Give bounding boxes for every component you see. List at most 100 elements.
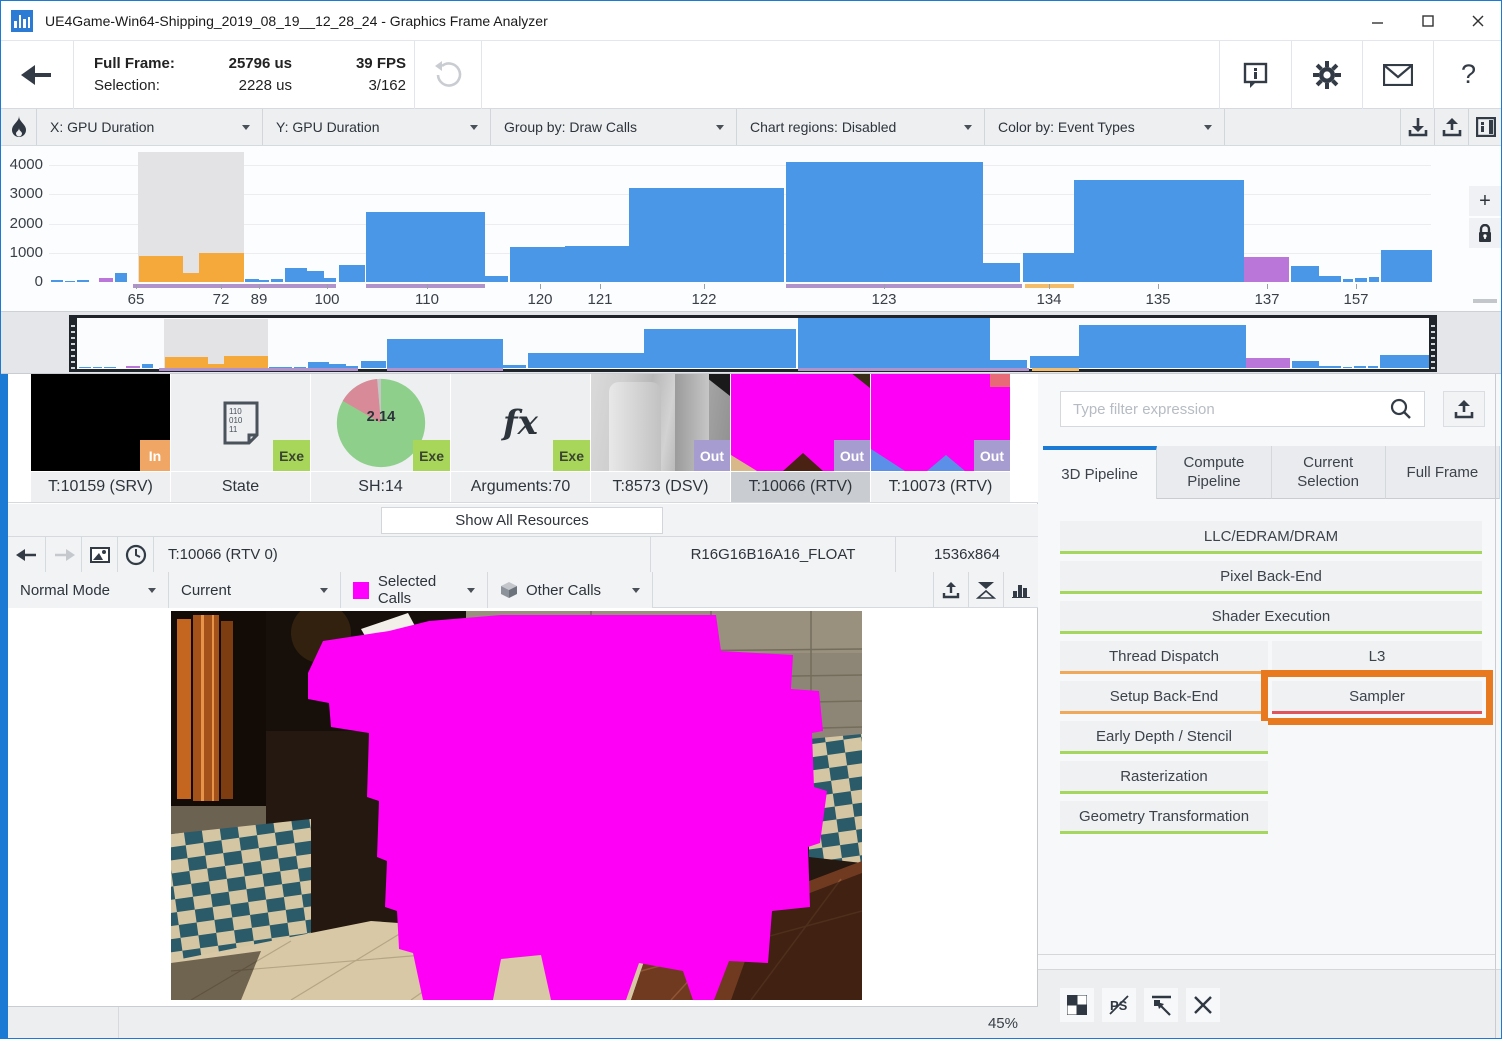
metric-rasterization-button[interactable]: Rasterization bbox=[1060, 761, 1268, 794]
contact-button[interactable] bbox=[1363, 41, 1433, 108]
help-button[interactable]: ? bbox=[1434, 41, 1501, 108]
resource-thumbnail-t-10159-srv-[interactable]: In bbox=[31, 374, 170, 471]
viewer-back-button[interactable] bbox=[8, 537, 46, 572]
metric-shader-execution-button[interactable]: Shader Execution bbox=[1060, 601, 1482, 634]
chart-bar[interactable] bbox=[565, 246, 629, 282]
overview-left-handle[interactable] bbox=[69, 315, 77, 372]
metric-l3-button[interactable]: L3 bbox=[1272, 641, 1482, 674]
resource-label[interactable]: T:10159 (SRV) bbox=[31, 471, 170, 502]
overview-right-handle[interactable] bbox=[1429, 315, 1437, 372]
view-mode-dropdown[interactable]: Normal Mode bbox=[8, 572, 169, 608]
chart-regions-dropdown[interactable]: Chart regions: Disabled bbox=[737, 109, 985, 145]
tab-current-selection[interactable]: Current Selection bbox=[1271, 446, 1386, 499]
chart-bar[interactable] bbox=[65, 280, 75, 282]
back-button[interactable] bbox=[1, 41, 73, 108]
selected-calls-dropdown[interactable]: Selected Calls bbox=[341, 572, 488, 608]
chart-bar[interactable] bbox=[1023, 252, 1074, 282]
chart-bar[interactable] bbox=[1355, 277, 1367, 282]
export-image-button[interactable] bbox=[933, 572, 968, 608]
chart-bar[interactable] bbox=[1369, 276, 1379, 282]
resource-label[interactable]: SH:14 bbox=[311, 471, 450, 502]
tab-compute-pipeline[interactable]: Compute Pipeline bbox=[1157, 446, 1272, 499]
chart-bar[interactable] bbox=[339, 264, 365, 282]
chart-bar[interactable] bbox=[183, 272, 199, 282]
resource-thumbnail-t-10066-rtv-[interactable]: Out bbox=[731, 374, 870, 471]
y-axis-dropdown[interactable]: Y: GPU Duration bbox=[263, 109, 491, 145]
resource-label[interactable]: State bbox=[171, 471, 310, 502]
chart-zoom-out-button[interactable] bbox=[1473, 299, 1497, 303]
tab-3d-pipeline[interactable]: 3D Pipeline bbox=[1043, 446, 1158, 499]
render-target-image[interactable] bbox=[171, 611, 862, 1000]
resource-label[interactable]: Arguments:70 bbox=[451, 471, 590, 502]
resource-label[interactable]: T:8573 (DSV) bbox=[591, 471, 730, 502]
clear-selection-button[interactable] bbox=[1186, 988, 1220, 1022]
chart-bar[interactable] bbox=[1074, 179, 1244, 282]
viewer-image-mode-button[interactable] bbox=[82, 537, 118, 572]
chart-bar[interactable] bbox=[366, 211, 485, 282]
chart-bar[interactable] bbox=[99, 277, 113, 282]
chart-bar[interactable] bbox=[51, 279, 63, 282]
flip-image-button[interactable] bbox=[968, 572, 1003, 608]
undo-button[interactable] bbox=[415, 41, 481, 108]
chart-bar[interactable] bbox=[1244, 257, 1289, 282]
selected-calls-color-swatch[interactable] bbox=[353, 581, 369, 599]
chart-bar[interactable] bbox=[1343, 279, 1353, 282]
metric-pixel-back-end-button[interactable]: Pixel Back-End bbox=[1060, 561, 1482, 594]
viewer-history-button[interactable] bbox=[118, 537, 154, 572]
import-chart-button[interactable] bbox=[1401, 109, 1435, 145]
chart-bar[interactable] bbox=[1381, 249, 1432, 282]
resource-thumbnail-t-8573-dsv-[interactable]: Out bbox=[591, 374, 730, 471]
resource-thumbnail-t-10073-rtv-[interactable]: Out bbox=[871, 374, 1010, 471]
corner-origin-button[interactable] bbox=[1144, 988, 1178, 1022]
chart-lock-button[interactable] bbox=[1469, 218, 1501, 248]
chart-details-button[interactable] bbox=[1469, 109, 1501, 145]
hotspot-toggle[interactable] bbox=[1, 109, 37, 145]
chart-bar[interactable] bbox=[485, 275, 508, 282]
chart-bar[interactable] bbox=[1291, 265, 1319, 282]
gpu-duration-chart[interactable]: 0 1000 2000 3000 4000 65 72 89 100 110 120 121 122 12… bbox=[1, 146, 1501, 311]
disable-shader-button[interactable]: PS bbox=[1102, 988, 1136, 1022]
metric-llc-edram-dram-button[interactable]: LLC/EDRAM/DRAM bbox=[1060, 521, 1482, 554]
chart-bar[interactable] bbox=[983, 262, 1020, 282]
chart-bar[interactable] bbox=[245, 278, 259, 282]
filter-input[interactable] bbox=[1060, 391, 1425, 427]
resource-thumbnail-arguments-70[interactable]: fx Exe bbox=[451, 374, 590, 471]
resource-label[interactable]: T:10066 (RTV) bbox=[731, 471, 870, 502]
color-by-dropdown[interactable]: Color by: Event Types bbox=[985, 109, 1225, 145]
metric-setup-back-end-button[interactable]: Setup Back-End bbox=[1060, 681, 1268, 714]
show-all-resources-button[interactable]: Show All Resources bbox=[381, 507, 663, 534]
histogram-button[interactable] bbox=[1003, 572, 1038, 608]
other-calls-dropdown[interactable]: Other Calls bbox=[488, 572, 653, 608]
tab-full-frame[interactable]: Full Frame bbox=[1385, 446, 1500, 499]
chart-bar[interactable] bbox=[259, 280, 269, 282]
close-button[interactable] bbox=[1453, 2, 1501, 40]
group-by-dropdown[interactable]: Group by: Draw Calls bbox=[491, 109, 737, 145]
metric-early-depth-stencil-button[interactable]: Early Depth / Stencil bbox=[1060, 721, 1268, 754]
export-metrics-button[interactable] bbox=[1443, 391, 1485, 427]
x-axis-dropdown[interactable]: X: GPU Duration bbox=[37, 109, 263, 145]
chart-bar[interactable] bbox=[1319, 276, 1341, 282]
chart-bar[interactable] bbox=[786, 162, 983, 282]
metric-sampler-button[interactable]: Sampler bbox=[1261, 670, 1493, 725]
chart-bar[interactable] bbox=[115, 273, 127, 282]
maximize-button[interactable] bbox=[1403, 2, 1453, 40]
chart-bar[interactable] bbox=[629, 188, 784, 282]
chart-zoom-in-button[interactable]: + bbox=[1469, 186, 1501, 216]
viewer-forward-button[interactable] bbox=[46, 537, 82, 572]
resource-label[interactable]: T:10073 (RTV) bbox=[871, 471, 1010, 502]
metric-thread-dispatch-button[interactable]: Thread Dispatch bbox=[1060, 641, 1268, 674]
overview-selection-frame[interactable] bbox=[69, 315, 1437, 372]
chart-bar[interactable] bbox=[324, 277, 336, 282]
chart-bar[interactable] bbox=[199, 253, 244, 282]
export-chart-button[interactable] bbox=[1435, 109, 1469, 145]
chart-bar[interactable] bbox=[139, 255, 183, 282]
checkerboard-toggle-button[interactable] bbox=[1060, 988, 1094, 1022]
settings-button[interactable] bbox=[1292, 41, 1362, 108]
metric-geometry-transformation-button[interactable]: Geometry Transformation bbox=[1060, 801, 1268, 834]
minimize-button[interactable] bbox=[1353, 2, 1403, 40]
feedback-button[interactable] bbox=[1220, 41, 1291, 108]
buffer-dropdown[interactable]: Current bbox=[169, 572, 341, 608]
resource-thumbnail-sh-14[interactable]: 2.14 Exe bbox=[311, 374, 450, 471]
chart-overview-strip[interactable] bbox=[1, 311, 1501, 374]
resource-thumbnail-state[interactable]: 110 010 11 Exe bbox=[171, 374, 310, 471]
